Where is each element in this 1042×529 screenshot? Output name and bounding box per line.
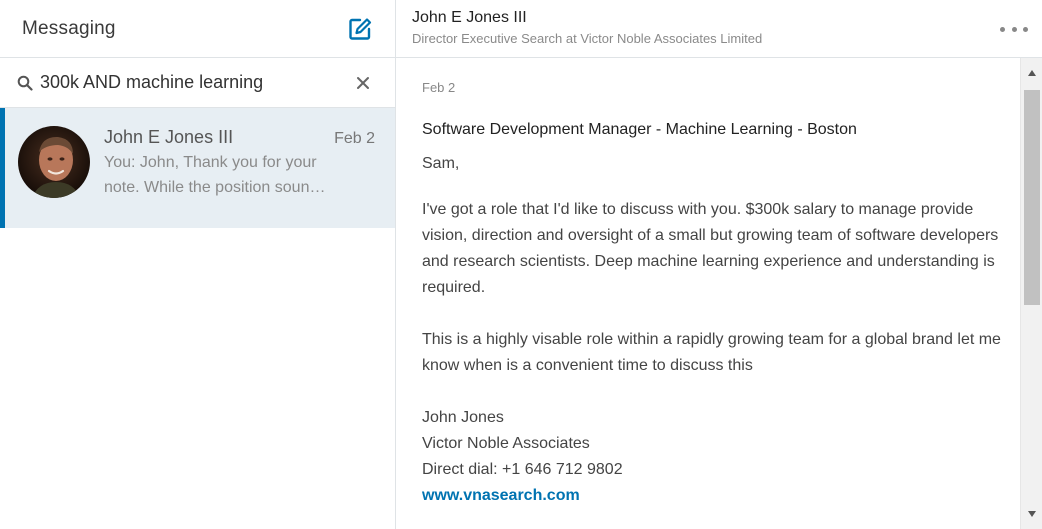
messaging-header: Messaging bbox=[0, 0, 395, 58]
avatar bbox=[18, 126, 90, 198]
signature-phone: Direct dial: +1 646 712 9802 bbox=[422, 461, 623, 478]
contact-name[interactable]: John E Jones III bbox=[412, 9, 1042, 27]
conversation-item[interactable]: John E Jones III Feb 2 You: John, Thank … bbox=[0, 108, 395, 228]
conversation-snippet: You: John, Thank you for your note. Whil… bbox=[104, 150, 375, 200]
more-icon-dot bbox=[1023, 26, 1028, 32]
message-greeting: Sam, bbox=[422, 155, 460, 172]
conversation-header: John E Jones III Feb 2 bbox=[104, 127, 375, 148]
scrollbar[interactable] bbox=[1020, 58, 1042, 529]
compose-button[interactable] bbox=[345, 14, 375, 44]
scroll-down-button[interactable] bbox=[1021, 503, 1042, 525]
clear-search-button[interactable] bbox=[351, 71, 375, 95]
message-date: Feb 2 bbox=[422, 80, 456, 95]
snippet-line-1: You: John, Thank you for your bbox=[104, 154, 317, 171]
messaging-title: Messaging bbox=[22, 17, 116, 39]
conversation-name: John E Jones III bbox=[104, 127, 234, 147]
selected-indicator bbox=[0, 108, 5, 228]
signature-link[interactable]: www.vnasearch.com bbox=[422, 487, 580, 504]
conversation-list-pane: Messaging 300k AND machine learning John… bbox=[0, 0, 396, 529]
message-paragraph-1: I've got a role that I'd like to discuss… bbox=[422, 201, 999, 296]
message-thread-pane: John E Jones III Director Executive Sear… bbox=[396, 0, 1042, 529]
signature-company: Victor Noble Associates bbox=[422, 435, 590, 452]
compose-icon bbox=[349, 17, 372, 40]
snippet-line-2: note. While the position soun… bbox=[104, 179, 326, 196]
signature-name: John Jones bbox=[422, 409, 504, 426]
conversation-date: Feb 2 bbox=[334, 130, 375, 147]
more-options-button[interactable] bbox=[1000, 22, 1028, 36]
message-paragraph-2: This is a highly visable role within a r… bbox=[422, 331, 1001, 374]
search-bar bbox=[0, 58, 395, 108]
caret-up-icon bbox=[1028, 70, 1036, 76]
messaging-app: Messaging 300k AND machine learning John… bbox=[0, 0, 1042, 529]
message-list: Feb 2 Software Development Manager - Mac… bbox=[396, 58, 1020, 529]
search-icon bbox=[16, 74, 34, 92]
more-icon-dot bbox=[1011, 26, 1017, 32]
more-icon bbox=[1000, 26, 1005, 32]
thread-header: John E Jones III Director Executive Sear… bbox=[396, 0, 1042, 58]
scroll-thumb[interactable] bbox=[1024, 90, 1040, 305]
contact-headline: Director Executive Search at Victor Nobl… bbox=[412, 31, 763, 46]
message-subject: Software Development Manager - Machine L… bbox=[422, 121, 857, 138]
scroll-up-button[interactable] bbox=[1021, 62, 1042, 84]
close-icon bbox=[357, 76, 369, 89]
caret-down-icon bbox=[1028, 511, 1036, 517]
conversation-preview: John E Jones III Feb 2 You: John, Thank … bbox=[104, 126, 375, 228]
search-input[interactable] bbox=[40, 72, 351, 93]
